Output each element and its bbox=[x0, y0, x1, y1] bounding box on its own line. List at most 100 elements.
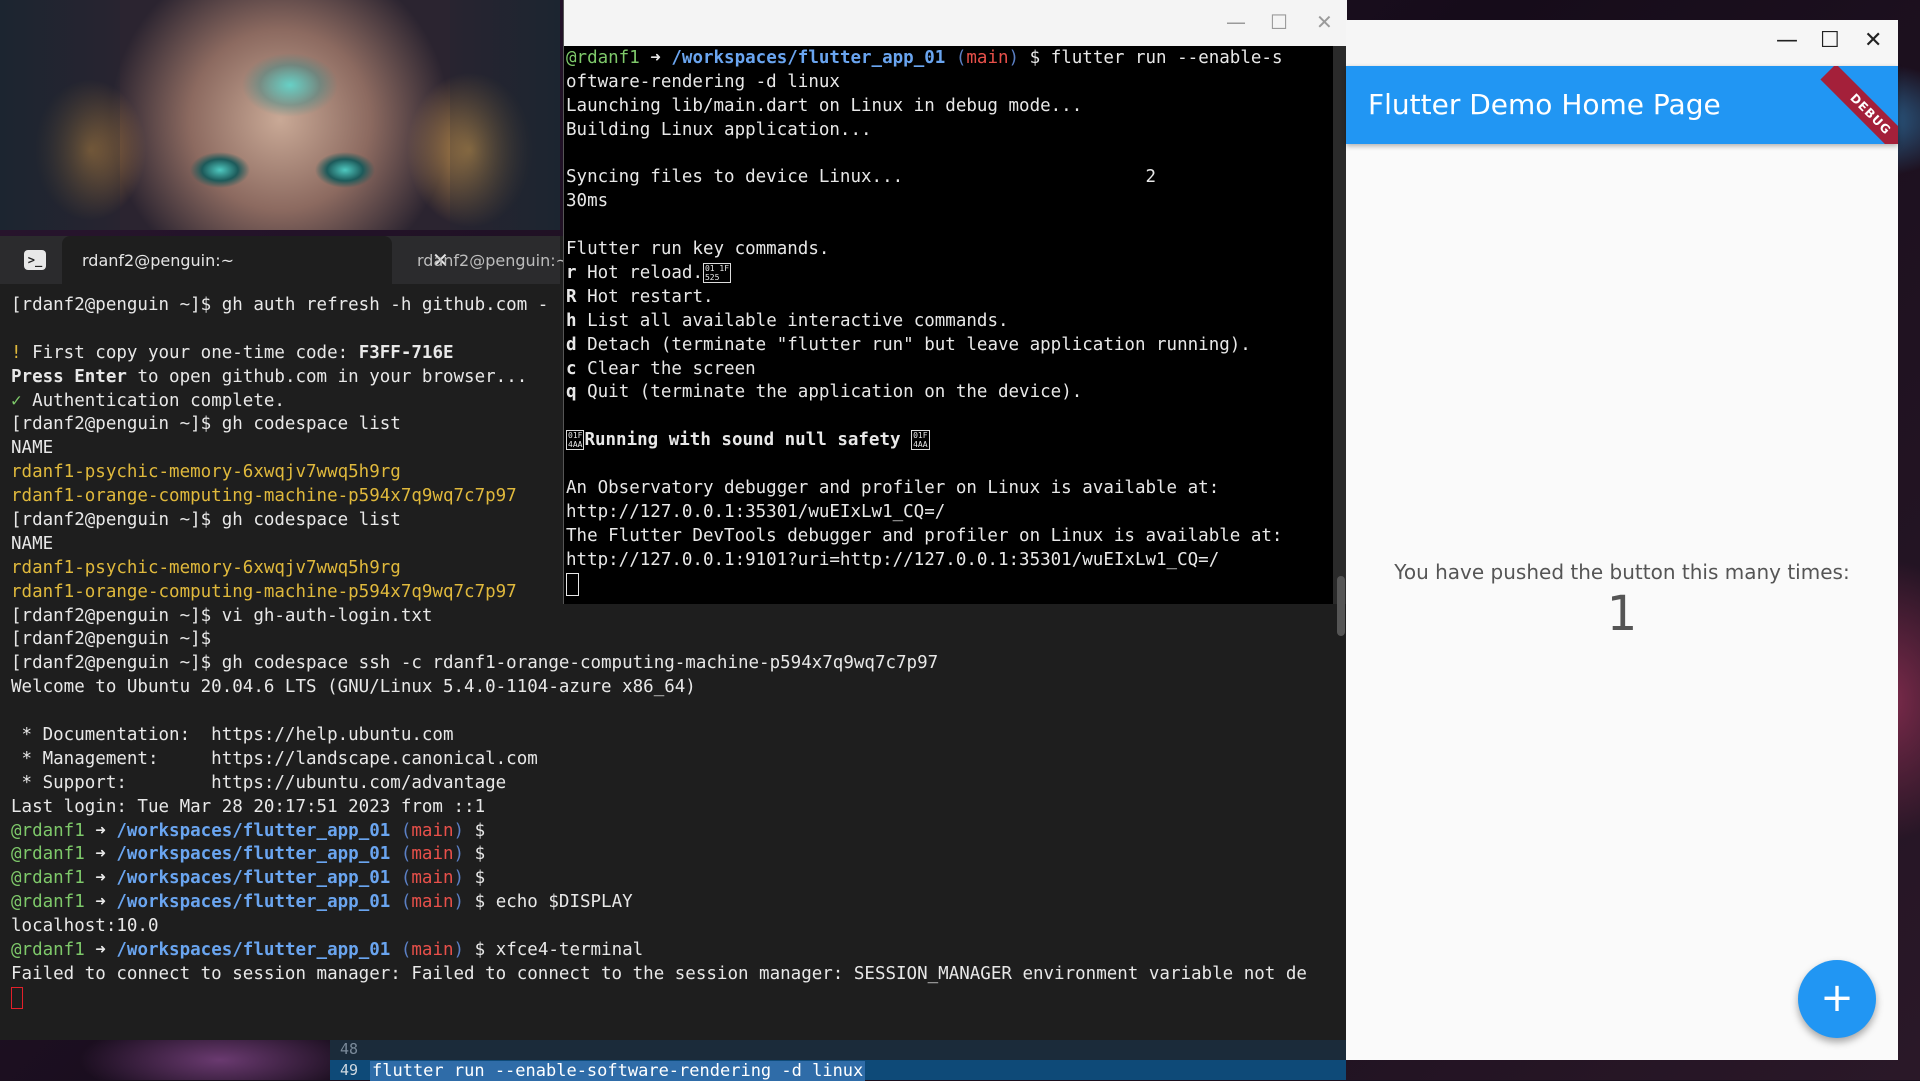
terminal-line: 01F 4AA Running with sound null safety 01… bbox=[566, 429, 1336, 453]
terminal-line: Syncing files to device Linux... 2 bbox=[566, 166, 1336, 190]
flutter-app-titlebar: — ☐ ✕ bbox=[1346, 20, 1898, 66]
terminal-line: R Hot restart. bbox=[566, 286, 1336, 310]
scrollbar-thumb[interactable] bbox=[1337, 576, 1345, 636]
terminal-cursor[interactable] bbox=[11, 986, 23, 1009]
prompt-arrow: ➜ bbox=[84, 940, 117, 961]
terminal-text: http://127.0.0.1:35301/wuEIxLw1_CQ=/ bbox=[566, 501, 946, 522]
maximize-icon[interactable]: ☐ bbox=[1820, 28, 1840, 53]
terminal-line: q Quit (terminate the application on the… bbox=[566, 381, 1336, 405]
minimize-icon[interactable]: — bbox=[1226, 10, 1246, 34]
prompt-branch: main bbox=[411, 820, 454, 841]
prompt-user: @rdanf1 bbox=[11, 868, 85, 889]
prompt-paren: ) bbox=[453, 820, 465, 841]
prompt-paren: ( bbox=[390, 940, 412, 961]
terminal-line: c Clear the screen bbox=[566, 358, 1336, 382]
portrait-hair-right bbox=[450, 0, 560, 230]
prompt-path: /workspaces/flutter_app_01 bbox=[116, 868, 391, 889]
terminal-text: * Management: https://landscape.canonica… bbox=[11, 748, 538, 769]
prompt-branch: main bbox=[966, 48, 1009, 68]
terminal-line: Launching lib/main.dart on Linux in debu… bbox=[566, 95, 1336, 119]
increment-button[interactable]: + bbox=[1798, 960, 1876, 1038]
terminal-text: * Support: https://ubuntu.com/advantage bbox=[11, 772, 507, 793]
check-icon: ✓ bbox=[11, 390, 22, 411]
terminal-text: Press Enter bbox=[11, 366, 127, 387]
key-letter: h bbox=[566, 310, 577, 331]
minimize-icon[interactable]: — bbox=[1776, 28, 1798, 53]
unknown-glyph-icon: 01F 4AA bbox=[566, 430, 585, 451]
terminal-line: r Hot reload. 01 1F 525 bbox=[566, 262, 1336, 286]
selected-command-text[interactable]: flutter run --enable-software-rendering … bbox=[370, 1061, 866, 1081]
terminal-line: Failed to connect to session manager: Fa… bbox=[11, 963, 1341, 987]
editor-strip[interactable]: 48 49 flutter run --enable-software-rend… bbox=[330, 1040, 1346, 1081]
command-text: $ bbox=[464, 844, 496, 865]
terminal-cursor[interactable] bbox=[566, 572, 579, 596]
middle-terminal-scrollbar[interactable] bbox=[1333, 46, 1347, 636]
terminal-text: First copy your one-time code: bbox=[32, 342, 359, 363]
counter-value: 1 bbox=[1606, 586, 1638, 642]
terminal-text: Detach (terminate "flutter run" but leav… bbox=[576, 334, 1251, 355]
maximize-icon[interactable]: ☐ bbox=[1270, 10, 1288, 34]
terminal-text: List all available interactive commands. bbox=[576, 310, 1009, 331]
terminal-text: NAME bbox=[11, 533, 54, 554]
codespace-name: rdanf1-orange-computing-machine-p594x7q9… bbox=[11, 581, 517, 602]
terminal-line: Building Linux application... bbox=[566, 119, 1336, 143]
codespace-name: rdanf1-psychic-memory-6xwqjv7wwq5h9rg bbox=[11, 557, 401, 578]
unknown-glyph-icon: 01F 4AA bbox=[911, 430, 930, 451]
terminal-line: http://127.0.0.1:35301/wuEIxLw1_CQ=/ bbox=[566, 501, 1336, 525]
middle-terminal-output[interactable]: @rdanf1 ➜ /workspaces/flutter_app_01 (ma… bbox=[566, 47, 1336, 596]
terminal-line: An Observatory debugger and profiler on … bbox=[566, 477, 1336, 501]
terminal-line: [rdanf2@penguin ~]$ bbox=[11, 628, 1341, 652]
prompt-arrow: ➜ bbox=[84, 892, 117, 913]
command-text: $ bbox=[464, 868, 496, 889]
terminal-line: @rdanf1 ➜ /workspaces/flutter_app_01 (ma… bbox=[11, 891, 1341, 915]
terminal-tab-inactive[interactable]: rdanf2@penguin:~ bbox=[417, 251, 569, 270]
terminal-line: * Support: https://ubuntu.com/advantage bbox=[11, 772, 1341, 796]
terminal-line: d Detach (terminate "flutter run" but le… bbox=[566, 334, 1336, 358]
prompt-user: @rdanf1 bbox=[11, 940, 85, 961]
prompt-paren: ( bbox=[390, 892, 412, 913]
terminal-tab-strip: >_ rdanf2@penguin:~ ✕ rdanf2@penguin:~ bbox=[0, 236, 569, 284]
line-number: 49 bbox=[340, 1061, 359, 1079]
terminal-text: Clear the screen bbox=[576, 358, 756, 379]
terminal-text: Flutter run key commands. bbox=[566, 239, 830, 260]
terminal-line: Last login: Tue Mar 28 20:17:51 2023 fro… bbox=[11, 796, 1341, 820]
key-letter: d bbox=[566, 334, 577, 355]
prompt-arrow: ➜ bbox=[84, 868, 117, 889]
flutter-run-terminal-window[interactable]: — ☐ ✕ @rdanf1 ➜ /workspaces/flutter_app_… bbox=[563, 0, 1347, 636]
key-letter: c bbox=[566, 358, 577, 379]
close-icon[interactable]: ✕ bbox=[1864, 28, 1882, 53]
terminal-text: [rdanf2@penguin ~]$ gh codespace list bbox=[11, 414, 401, 435]
terminal-line: The Flutter DevTools debugger and profil… bbox=[566, 525, 1336, 549]
terminal-app-icon[interactable]: >_ bbox=[24, 250, 46, 270]
terminal-text: Welcome to Ubuntu 20.04.6 LTS (GNU/Linux… bbox=[11, 677, 696, 698]
terminal-line: Welcome to Ubuntu 20.04.6 LTS (GNU/Linux… bbox=[11, 676, 1341, 700]
prompt-path: /workspaces/flutter_app_01 bbox=[671, 48, 946, 68]
prompt-paren: ) bbox=[1008, 48, 1030, 68]
prompt-path: /workspaces/flutter_app_01 bbox=[116, 844, 391, 865]
close-icon[interactable]: ✕ bbox=[1316, 10, 1333, 34]
terminal-text: [rdanf2@penguin ~]$ gh auth refresh -h g… bbox=[11, 295, 549, 315]
command-text: $ echo $DISPLAY bbox=[464, 892, 633, 913]
terminal-line: @rdanf1 ➜ /workspaces/flutter_app_01 (ma… bbox=[11, 843, 1341, 867]
prompt-path: /workspaces/flutter_app_01 bbox=[116, 892, 391, 913]
terminal-line bbox=[11, 986, 1341, 1011]
app-bar: Flutter Demo Home Page DEBUG bbox=[1346, 66, 1898, 144]
terminal-text: [rdanf2@penguin ~]$ bbox=[11, 629, 212, 650]
prompt-paren: ( bbox=[945, 48, 967, 68]
terminal-text: Hot restart. bbox=[576, 286, 714, 307]
terminal-line: oftware-rendering -d linux bbox=[566, 71, 1336, 95]
prompt-paren: ( bbox=[390, 844, 412, 865]
flutter-app-window[interactable]: — ☐ ✕ Flutter Demo Home Page DEBUG You h… bbox=[1346, 20, 1898, 1060]
terminal-text: Hot reload. bbox=[576, 263, 703, 284]
terminal-line: @rdanf1 ➜ /workspaces/flutter_app_01 (ma… bbox=[566, 47, 1336, 71]
command-text: $ bbox=[464, 820, 496, 841]
terminal-tab-active[interactable]: rdanf2@penguin:~ ✕ bbox=[62, 236, 449, 284]
prompt-path: /workspaces/flutter_app_01 bbox=[116, 940, 391, 961]
terminal-text: 30ms bbox=[566, 191, 609, 212]
prompt-user: @rdanf1 bbox=[566, 48, 640, 68]
terminal-text: Last login: Tue Mar 28 20:17:51 2023 fro… bbox=[11, 796, 486, 817]
key-letter: q bbox=[566, 382, 577, 403]
